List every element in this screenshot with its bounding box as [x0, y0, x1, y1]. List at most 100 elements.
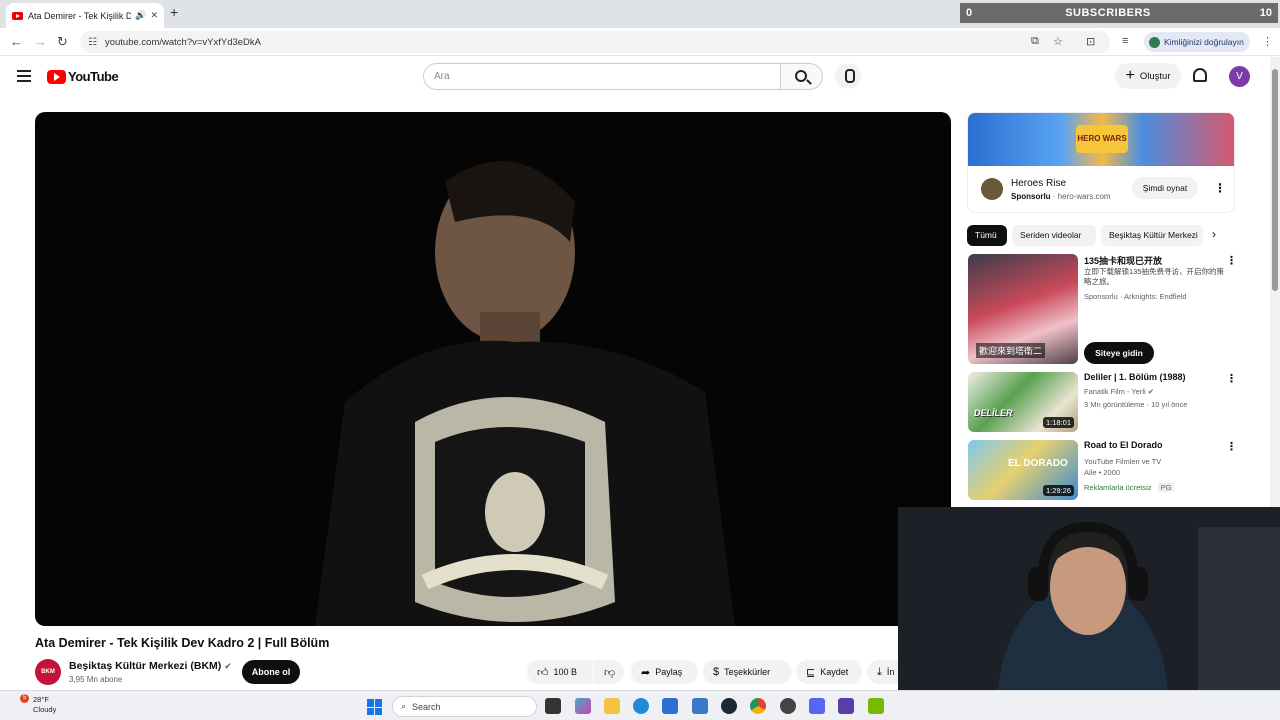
browser-tabbar: Ata Demirer - Tek Kişilik Dev 🔊 ✕ + 0 SU…: [0, 0, 1280, 28]
browser-tab[interactable]: Ata Demirer - Tek Kişilik Dev 🔊 ✕: [6, 3, 164, 28]
video-title: Ata Demirer - Tek Kişilik Dev Kadro 2 | …: [35, 636, 330, 650]
channel-avatar[interactable]: BKM: [35, 659, 61, 685]
weather-widget[interactable]: 5 28°F Cloudy: [14, 694, 56, 715]
audio-playing-icon[interactable]: 🔊: [135, 10, 146, 21]
file-explorer-icon[interactable]: [604, 698, 620, 714]
share-button[interactable]: ➦ Paylaş: [631, 660, 698, 684]
ad-more-options-icon[interactable]: ⋮: [1214, 181, 1226, 195]
address-bar[interactable]: ☷ youtube.com/watch?v=vYxfYd3eDkA: [80, 31, 1110, 53]
chrome-icon[interactable]: [750, 698, 766, 714]
more-options-icon[interactable]: ⋮: [1226, 372, 1237, 385]
chip-series[interactable]: Seriden videolar: [1012, 225, 1096, 246]
profile-icon: [1149, 36, 1160, 48]
thumbnail-text: EL DORADO: [1008, 458, 1068, 469]
recommendation-meta: Sponsorlu · Arknights: Endfield: [1084, 292, 1187, 301]
copilot-icon[interactable]: [575, 698, 591, 714]
recommendation-channel[interactable]: YouTube Filmleri ve TV: [1084, 457, 1224, 466]
dislike-button[interactable]: 👎︎: [594, 660, 624, 684]
verified-check-icon: ✔: [224, 661, 232, 671]
share-label: Paylaş: [655, 667, 683, 677]
youtube-wordmark: YouTube: [68, 69, 119, 84]
channel-name[interactable]: Beşiktaş Kültür Merkezi (BKM) ✔: [69, 660, 232, 672]
search-button[interactable]: [781, 63, 823, 90]
new-tab-icon[interactable]: +: [170, 4, 178, 20]
ad-banner-image[interactable]: HERO WARS: [968, 113, 1234, 166]
screen-cast-icon[interactable]: ⊡: [1086, 35, 1095, 48]
recommendation-item[interactable]: DELİLER 1:18:01 Deliler | 1. Bölüm (1988…: [968, 372, 1238, 434]
youtube-header: YouTube Ara + Oluştur V: [0, 57, 1270, 97]
voice-search-mic-icon[interactable]: [835, 63, 861, 89]
save-button[interactable]: ⊑ Kaydet: [796, 660, 862, 684]
chips-next-chevron-icon[interactable]: ›: [1212, 227, 1216, 241]
install-app-icon[interactable]: ⧉: [1031, 35, 1039, 48]
site-info-icon[interactable]: ☷: [88, 37, 97, 48]
plus-icon: +: [1125, 67, 1135, 84]
youtube-play-logo-icon: [47, 69, 66, 84]
reload-icon[interactable]: ↻: [57, 34, 68, 50]
recommendation-thumbnail[interactable]: EL DORADO 1:29:26: [968, 440, 1078, 500]
search-input[interactable]: Ara: [423, 63, 781, 90]
recommendation-title[interactable]: Deliler | 1. Bölüm (1988): [1084, 372, 1224, 382]
video-player[interactable]: [35, 112, 951, 626]
like-button[interactable]: 👍︎ 100 B: [527, 660, 593, 684]
recommendation-title[interactable]: Road to El Dorado: [1084, 440, 1224, 450]
task-view-icon[interactable]: [545, 698, 561, 714]
back-icon[interactable]: ←: [10, 34, 23, 49]
ad-title[interactable]: Heroes Rise: [1011, 178, 1066, 189]
chip-all[interactable]: Tümü: [967, 225, 1007, 246]
forward-icon[interactable]: →: [34, 34, 47, 49]
ad-cta-button[interactable]: Şimdi oynat: [1132, 177, 1198, 199]
chip-channel[interactable]: Beşiktaş Kültür Merkezi: [1101, 225, 1203, 246]
bookmark-star-icon[interactable]: ☆: [1053, 35, 1063, 48]
taskbar-search-box[interactable]: ⌕ Search: [392, 696, 537, 717]
thumbs-down-icon: 👎︎: [604, 666, 616, 679]
create-button[interactable]: + Oluştur: [1115, 63, 1181, 89]
ad-sponsored-label: Sponsorlu: [1011, 192, 1051, 201]
store-icon[interactable]: [662, 698, 678, 714]
scrollbar-thumb[interactable]: [1272, 69, 1278, 291]
recommendation-meta: 3 Mn görüntüleme · 10 yıl önce: [1084, 400, 1188, 409]
webcam-overlay: [898, 507, 1280, 690]
ad-domain: hero-wars.com: [1057, 192, 1111, 201]
free-with-ads-badge: Reklamlarla ücretsiz PG: [1084, 483, 1175, 492]
verify-identity-button[interactable]: Kimliğinizi doğrulayın: [1144, 32, 1250, 52]
subscribe-button[interactable]: Abone ol: [242, 660, 300, 684]
recommendation-item[interactable]: EL DORADO 1:29:26 Road to El Dorado YouT…: [968, 440, 1238, 502]
windows-start-icon[interactable]: [367, 699, 383, 715]
video-frame-performer: [315, 161, 735, 626]
media-controls-icon[interactable]: ≡: [1122, 35, 1128, 47]
recommendation-thumbnail[interactable]: DELİLER 1:18:01: [968, 372, 1078, 432]
sponsored-ad-card[interactable]: HERO WARS Heroes Rise Sponsorlu · hero-w…: [967, 112, 1235, 213]
recommendation-title[interactable]: 135抽卡和现已开放: [1084, 254, 1224, 267]
create-label: Oluştur: [1139, 70, 1171, 82]
edge-icon[interactable]: [633, 698, 649, 714]
hamburger-menu-icon[interactable]: [17, 70, 31, 82]
recommendation-channel[interactable]: Fanatik Film - Yerli ✔: [1084, 387, 1224, 396]
more-options-icon[interactable]: ⋮: [1226, 440, 1237, 453]
download-label: İn: [886, 667, 895, 677]
recommendation-channel-name: Fanatik Film - Yerli: [1084, 387, 1146, 396]
steam-icon[interactable]: [721, 698, 737, 714]
recommendation-thumbnail[interactable]: 歡迎來到塔衛二: [968, 254, 1078, 364]
more-options-icon[interactable]: ⋮: [1226, 254, 1237, 267]
close-tab-icon[interactable]: ✕: [150, 10, 158, 21]
recommendation-item[interactable]: 歡迎來到塔衛二 135抽卡和现已开放 立即下载解锁135抽免费寻访，开启你的策略…: [968, 254, 1238, 366]
notifications-bell-icon[interactable]: [1193, 68, 1207, 82]
thanks-button[interactable]: $ Teşekkürler: [703, 660, 791, 684]
browser-toolbar: ← → ↻ ☷ youtube.com/watch?v=vYxfYd3eDkA …: [0, 28, 1280, 56]
account-avatar[interactable]: V: [1229, 66, 1250, 87]
like-count: 100 B: [553, 667, 578, 677]
subscriber-counter-goal: 10: [1259, 7, 1272, 19]
visit-site-button[interactable]: Siteye gidin: [1084, 342, 1154, 364]
browser-menu-icon[interactable]: ⋮: [1262, 35, 1273, 48]
app-icon[interactable]: [838, 698, 854, 714]
nvidia-icon[interactable]: [868, 698, 884, 714]
thumbnail-caption: 歡迎來到塔衛二: [976, 343, 1046, 358]
super-thanks-icon: $: [713, 666, 720, 678]
discord-icon[interactable]: [809, 698, 825, 714]
obs-icon[interactable]: [780, 698, 796, 714]
app-icon[interactable]: [692, 698, 708, 714]
thanks-label: Teşekkürler: [724, 667, 771, 677]
youtube-logo[interactable]: YouTube: [47, 69, 119, 84]
bookmark-icon: ⊑: [806, 666, 816, 679]
